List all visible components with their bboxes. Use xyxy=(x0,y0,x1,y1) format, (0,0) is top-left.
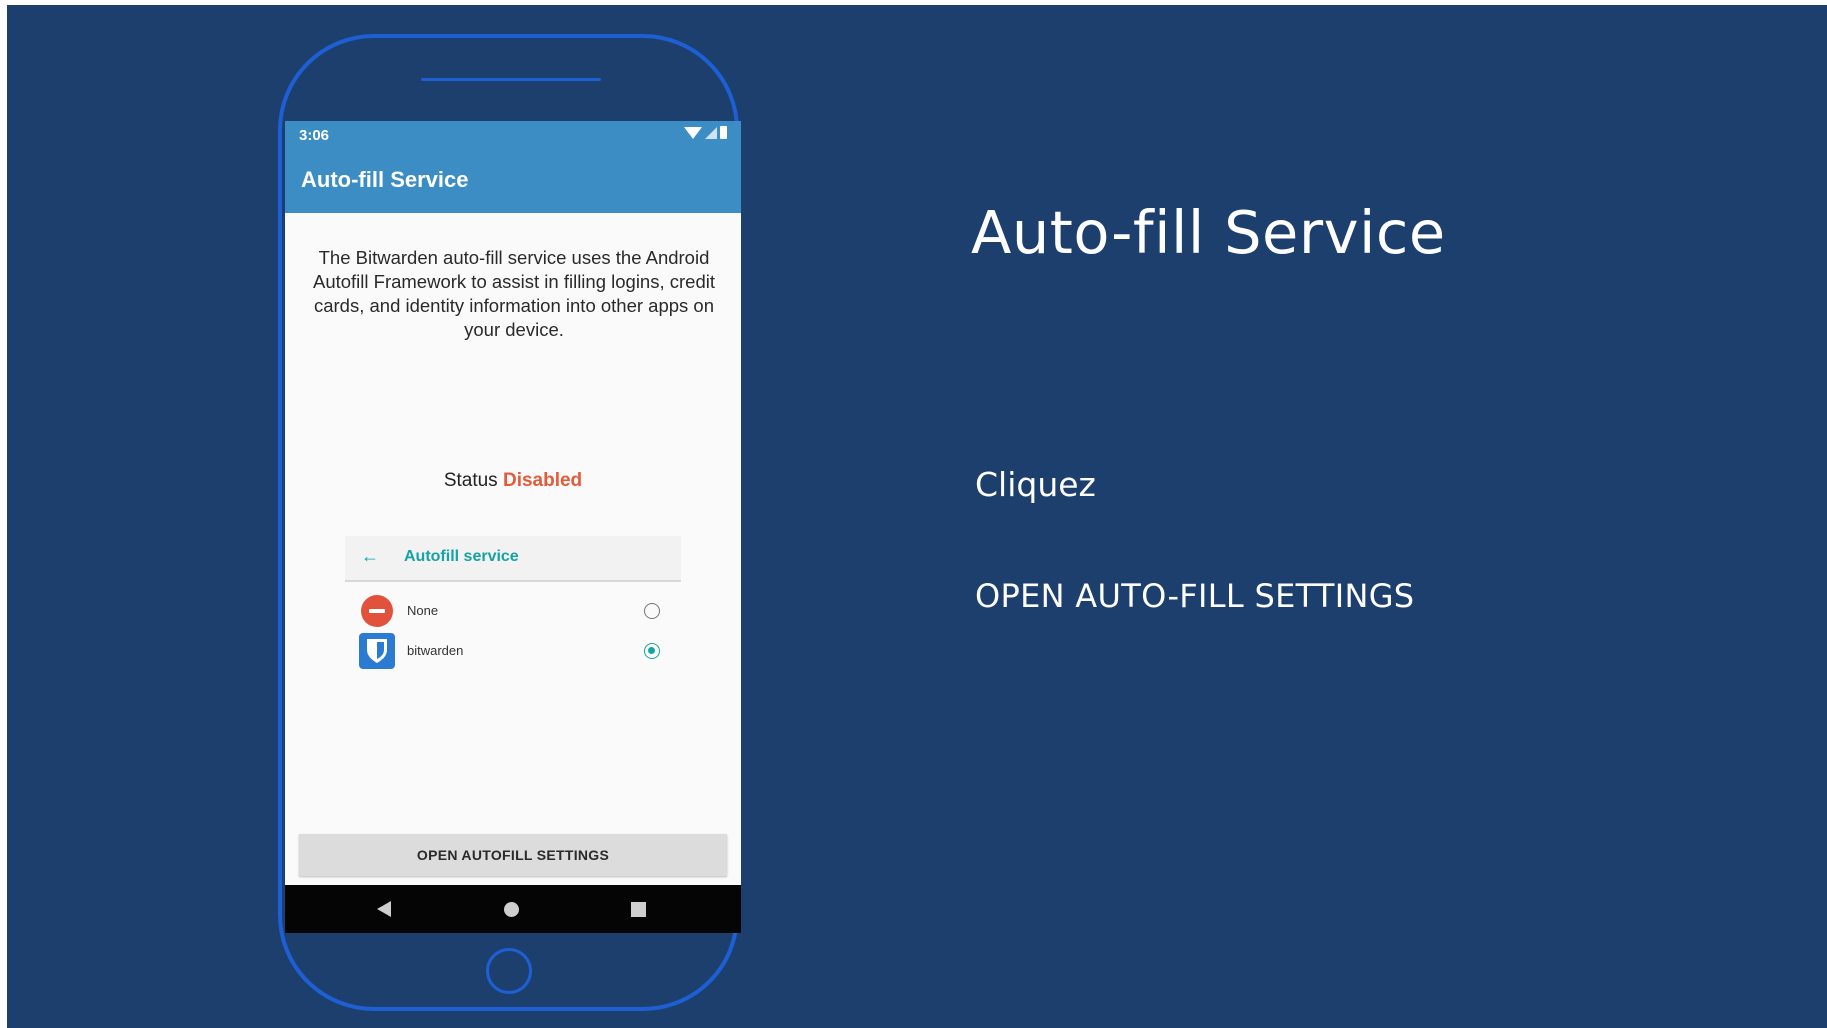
slide-title: Auto-fill Service xyxy=(971,198,1446,267)
app-bar-title: Auto-fill Service xyxy=(301,167,469,192)
phone-home-button xyxy=(486,948,532,994)
wifi-icon xyxy=(684,126,702,139)
option-label: bitwarden xyxy=(407,643,464,658)
nav-home-icon[interactable] xyxy=(504,902,519,917)
service-description: The Bitwarden auto-fill service uses the… xyxy=(312,247,715,340)
autofill-option-none[interactable]: None xyxy=(345,593,681,629)
radio-none[interactable] xyxy=(644,603,660,619)
status-value: Disabled xyxy=(502,470,583,491)
open-autofill-settings-button[interactable]: OPEN AUTOFILL SETTINGS xyxy=(299,834,727,876)
phone-screen: 3:06 Auto-fill Service The Bitwarden aut… xyxy=(285,121,741,933)
phone-speaker xyxy=(421,78,601,81)
status-label: Status xyxy=(443,470,498,491)
none-icon xyxy=(361,595,393,627)
status-icons xyxy=(684,126,727,139)
status-bar: 3:06 xyxy=(285,121,741,149)
instruction-verb: Cliquez xyxy=(975,465,1096,504)
android-nav-bar xyxy=(285,885,741,933)
autofill-service-panel: ← Autofill service None bitwarden xyxy=(345,536,681,671)
instruction-target: OPEN AUTO-FILL SETTINGS xyxy=(975,577,1415,615)
instruction-panel: Auto-fill Service Cliquez OPEN AUTO-FILL… xyxy=(971,5,1771,1028)
nav-recent-icon[interactable] xyxy=(631,902,646,917)
autofill-option-bitwarden[interactable]: bitwarden xyxy=(345,633,681,669)
autofill-panel-header: ← Autofill service xyxy=(345,536,681,582)
radio-bitwarden[interactable] xyxy=(644,643,660,659)
bitwarden-shield-icon xyxy=(359,633,395,669)
phone-mockup: 3:06 Auto-fill Service The Bitwarden aut… xyxy=(278,34,741,1011)
signal-icon xyxy=(705,126,717,139)
back-arrow-icon[interactable]: ← xyxy=(361,546,379,567)
service-status: Status Disabled xyxy=(285,470,741,492)
option-label: None xyxy=(407,603,439,618)
nav-back-icon[interactable] xyxy=(377,901,391,917)
battery-icon xyxy=(720,126,727,139)
autofill-panel-title: Autofill service xyxy=(404,548,519,565)
status-time: 3:06 xyxy=(299,127,330,144)
slide: 3:06 Auto-fill Service The Bitwarden aut… xyxy=(7,5,1827,1028)
app-bar: Auto-fill Service xyxy=(285,149,741,213)
